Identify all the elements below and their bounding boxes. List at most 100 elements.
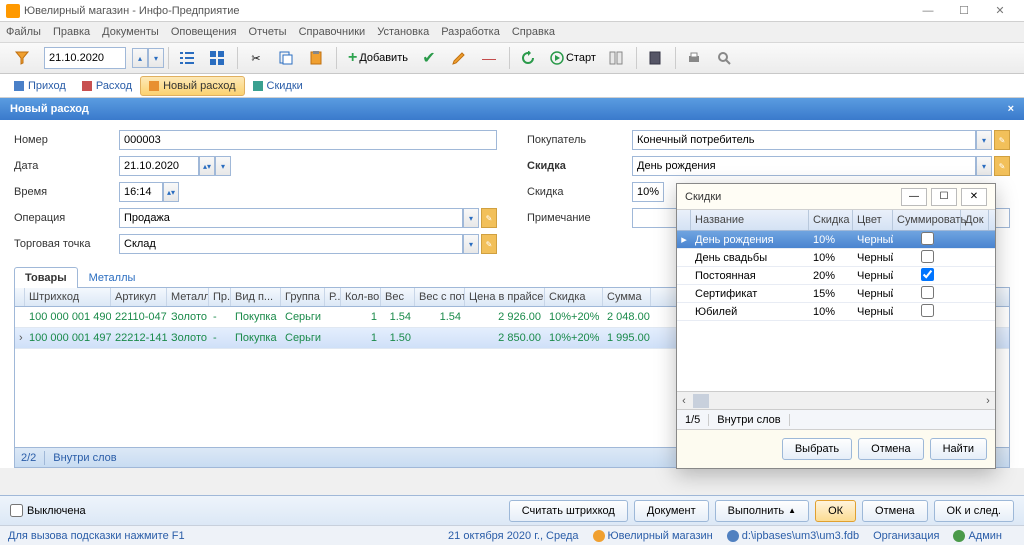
popup-sum-checkbox[interactable] xyxy=(921,286,934,299)
print-icon[interactable] xyxy=(680,45,708,71)
document-button[interactable]: Документ xyxy=(634,500,709,522)
tab-skidki[interactable]: Скидки xyxy=(245,77,311,95)
popup-body[interactable]: ▸День рождения10%Черный День свадьбы10%Ч… xyxy=(677,231,995,391)
cut-icon[interactable]: ✂ xyxy=(242,45,270,71)
ok-button[interactable]: ОК xyxy=(815,500,856,522)
col-barcode[interactable]: Штрихкод xyxy=(25,288,111,306)
popup-sum-checkbox[interactable] xyxy=(921,232,934,245)
col-metal[interactable]: Металл xyxy=(167,288,209,306)
search-icon[interactable] xyxy=(710,45,738,71)
menu-setup[interactable]: Установка xyxy=(377,26,429,39)
col-r[interactable]: Р... xyxy=(325,288,341,306)
tab-prihod[interactable]: Приход xyxy=(6,77,74,95)
date-field[interactable]: 21.10.2020 xyxy=(119,156,199,176)
col-sum[interactable]: Сумма xyxy=(603,288,651,306)
op-dropdown[interactable]: ▾ xyxy=(463,208,479,228)
discount-edit-icon[interactable]: ✎ xyxy=(994,156,1010,176)
menu-documents[interactable]: Документы xyxy=(102,26,159,39)
point-field[interactable]: Склад xyxy=(119,234,463,254)
popup-col-discount[interactable]: Скидка xyxy=(809,210,853,230)
date-spin-up[interactable]: ▴ xyxy=(132,48,148,68)
menu-edit[interactable]: Правка xyxy=(53,26,90,39)
col-group[interactable]: Группа xyxy=(281,288,325,306)
number-field[interactable]: 000003 xyxy=(119,130,497,150)
read-barcode-button[interactable]: Считать штрихкод xyxy=(509,500,628,522)
popup-titlebar[interactable]: Скидки — ☐ ✕ xyxy=(677,184,995,210)
popup-col-dok[interactable]: Док xyxy=(961,210,989,230)
point-dropdown[interactable]: ▾ xyxy=(463,234,479,254)
popup-col-color[interactable]: Цвет xyxy=(853,210,893,230)
popup-row[interactable]: ▸День рождения10%Черный xyxy=(677,231,995,249)
subtab-metals[interactable]: Металлы xyxy=(78,267,147,288)
menu-reports[interactable]: Отчеты xyxy=(249,26,287,39)
ok-next-button[interactable]: ОК и след. xyxy=(934,500,1015,522)
popup-row[interactable]: Юбилей10%Черный xyxy=(677,303,995,321)
col-price[interactable]: Цена в прайсе xyxy=(465,288,545,306)
col-discount[interactable]: Скидка xyxy=(545,288,603,306)
diff-icon[interactable] xyxy=(602,45,630,71)
point-edit-icon[interactable]: ✎ xyxy=(481,234,497,254)
popup-scrollbar[interactable]: ‹› xyxy=(677,391,995,409)
popup-row[interactable]: Сертификат15%Черный xyxy=(677,285,995,303)
grid-search-mode[interactable]: Внутри слов xyxy=(53,452,116,464)
col-weight[interactable]: Вес xyxy=(381,288,415,306)
maximize-button[interactable]: ☐ xyxy=(946,1,982,21)
time-spin[interactable]: ▴▾ xyxy=(163,182,179,202)
menu-notifications[interactable]: Оповещения xyxy=(171,26,237,39)
op-field[interactable]: Продажа xyxy=(119,208,463,228)
popup-close-icon[interactable]: ✕ xyxy=(961,188,987,206)
paste-icon[interactable] xyxy=(302,45,330,71)
popup-row[interactable]: День свадьбы10%Черный xyxy=(677,249,995,267)
buyer-field[interactable]: Конечный потребитель xyxy=(632,130,976,150)
toolbar-date-field[interactable]: 21.10.2020 xyxy=(44,47,126,69)
popup-minimize-icon[interactable]: — xyxy=(901,188,927,206)
cards-icon[interactable] xyxy=(203,45,231,71)
date-dropdown[interactable]: ▾ xyxy=(148,48,164,68)
col-vid[interactable]: Вид п... xyxy=(231,288,281,306)
subtab-goods[interactable]: Товары xyxy=(14,267,78,288)
tab-rashod[interactable]: Расход xyxy=(74,77,140,95)
date-spin[interactable]: ▴▾ xyxy=(199,156,215,176)
copy-icon[interactable] xyxy=(272,45,300,71)
col-article[interactable]: Артикул xyxy=(111,288,167,306)
disabled-checkbox[interactable]: Выключена xyxy=(10,504,86,517)
popup-cancel-button[interactable]: Отмена xyxy=(858,438,923,460)
delete-icon[interactable]: — xyxy=(475,45,503,71)
col-qty[interactable]: Кол-во xyxy=(341,288,381,306)
discount-field[interactable]: День рождения xyxy=(632,156,976,176)
start-button[interactable]: Старт xyxy=(544,45,602,71)
time-field[interactable]: 16:14 xyxy=(119,182,163,202)
add-button[interactable]: +Добавить xyxy=(341,45,415,71)
popup-col-sum[interactable]: Суммировать xyxy=(893,210,961,230)
minimize-button[interactable]: — xyxy=(910,1,946,21)
col-weight-loss[interactable]: Вес с пот. xyxy=(415,288,465,306)
execute-button[interactable]: Выполнить▲ xyxy=(715,500,809,522)
funnel-icon[interactable] xyxy=(8,45,36,71)
menu-files[interactable]: Файлы xyxy=(6,26,41,39)
popup-select-button[interactable]: Выбрать xyxy=(782,438,852,460)
tab-new-rashod[interactable]: Новый расход xyxy=(140,76,244,96)
popup-find-button[interactable]: Найти xyxy=(930,438,987,460)
refresh-icon[interactable] xyxy=(514,45,542,71)
calc-icon[interactable] xyxy=(641,45,669,71)
buyer-edit-icon[interactable]: ✎ xyxy=(994,130,1010,150)
discount-dropdown[interactable]: ▾ xyxy=(976,156,992,176)
date-pick[interactable]: ▾ xyxy=(215,156,231,176)
popup-sum-checkbox[interactable] xyxy=(921,268,934,281)
menu-help[interactable]: Справка xyxy=(512,26,555,39)
check-icon[interactable]: ✔ xyxy=(415,45,443,71)
popup-col-name[interactable]: Название xyxy=(691,210,809,230)
op-edit-icon[interactable]: ✎ xyxy=(481,208,497,228)
popup-sum-checkbox[interactable] xyxy=(921,250,934,263)
popup-maximize-icon[interactable]: ☐ xyxy=(931,188,957,206)
menu-references[interactable]: Справочники xyxy=(299,26,366,39)
menu-dev[interactable]: Разработка xyxy=(441,26,500,39)
form-close-icon[interactable]: × xyxy=(1008,103,1014,115)
popup-search-mode[interactable]: Внутри слов xyxy=(709,414,789,426)
buyer-dropdown[interactable]: ▾ xyxy=(976,130,992,150)
cancel-button[interactable]: Отмена xyxy=(862,500,927,522)
popup-sum-checkbox[interactable] xyxy=(921,304,934,317)
edit-icon[interactable] xyxy=(445,45,473,71)
close-button[interactable]: ✕ xyxy=(982,1,1018,21)
discount2-field[interactable]: 10% xyxy=(632,182,664,202)
